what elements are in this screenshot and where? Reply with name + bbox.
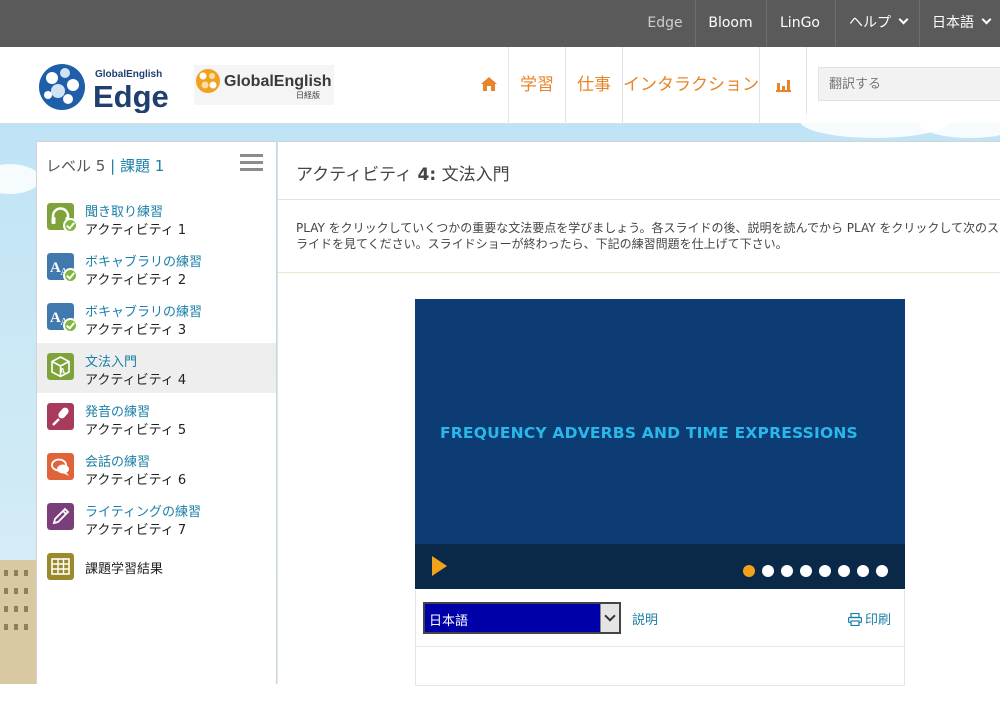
lesson-results-item[interactable]: 課題学習結果 [37,543,276,593]
results-grid-icon [47,553,74,580]
slide-dot[interactable] [762,565,774,577]
divider [416,646,904,647]
slideshow[interactable]: FREQUENCY ADVERBS AND TIME EXPRESSIONS [415,299,905,589]
slide-toolbar: 日本語 説明 印刷 [415,590,905,686]
title-number: 4: [417,165,437,185]
edge-logo[interactable]: GlobalEnglish Edge [38,61,183,113]
nav-home[interactable] [470,47,508,124]
pencil-icon [47,503,74,530]
divider [278,272,1000,273]
activity-subtitle: アクティビティ 3 [85,323,187,338]
svg-text:Edge: Edge [93,79,169,113]
activity-item-7[interactable]: ライティングの練習 アクティビティ 7 [37,493,276,543]
lesson-sidebar: レベル 5 | 課題 1 聞き取り練習 アクティビティ 1 A A ボキャブラリ… [36,141,277,684]
activity-item-6[interactable]: 会話の練習 アクティビティ 6 [37,443,276,493]
title-name: 文法入門 [441,165,510,185]
activity-subtitle: アクティビティ 4 [85,373,187,388]
slideshow-controls [415,544,905,589]
language-menu-label: 日本語 [932,15,974,31]
activity-panel: アクティビティ 4: 文法入門 PLAY をクリックしていくつかの重要な文法要点… [278,141,1000,686]
slide-dot[interactable] [857,565,869,577]
topbar-edge-link[interactable]: Edge [636,0,694,47]
svg-text:A: A [60,367,66,376]
activity-title: ライティングの練習 [85,505,201,520]
home-icon [481,77,497,91]
svg-text:GlobalEnglish: GlobalEnglish [224,73,332,90]
heading-separator: | [110,157,116,175]
play-icon[interactable] [432,556,447,576]
slide-dot[interactable] [838,565,850,577]
title-prefix: アクティビティ [296,165,413,185]
print-label: 印刷 [865,613,892,628]
slide-heading: FREQUENCY ADVERBS AND TIME EXPRESSIONS [440,424,858,442]
print-button[interactable]: 印刷 [848,609,891,628]
printer-icon [848,613,862,626]
topbar-bloom-link[interactable]: Bloom [697,0,764,47]
activity-item-5[interactable]: 発音の練習 アクティビティ 5 [37,393,276,443]
slide-dot[interactable] [781,565,793,577]
globalenglish-logo: GlobalEnglish 日経版 [194,65,334,105]
slide-dot[interactable] [876,565,888,577]
language-menu[interactable]: 日本語 [922,0,1000,47]
speech-bubble-icon [47,453,74,480]
activity-subtitle: アクティビティ 5 [85,423,187,438]
topbar-divider [835,0,836,47]
divider [278,199,1000,200]
lesson-label[interactable]: 課題 [120,157,150,175]
page-bottom [0,684,1000,713]
nav-interaction[interactable]: インタラクション [623,47,759,124]
activity-title: 聞き取り練習 [85,205,164,220]
language-select-value: 日本語 [429,614,469,629]
activity-subtitle: アクティビティ 1 [85,223,187,238]
slide-dot[interactable] [819,565,831,577]
activity-item-1[interactable]: 聞き取り練習 アクティビティ 1 [37,193,276,243]
help-menu-label: ヘルプ [849,15,891,31]
page-title: アクティビティ 4: 文法入門 [296,160,510,185]
activity-subtitle: アクティビティ 6 [85,473,187,488]
grammar-cube-icon: A [47,353,74,380]
lesson-heading: レベル 5 | 課題 1 [46,155,164,176]
background-building [0,560,36,684]
explanation-link[interactable]: 説明 [632,609,658,628]
activity-title: 会話の練習 [85,455,151,470]
nav-study[interactable]: 学習 [509,47,565,124]
activity-title: ボキャブラリの練習 [85,255,203,270]
topbar-divider [695,0,696,47]
top-bar: Edge Bloom LinGo ヘルプ 日本語 [0,0,1000,47]
language-select[interactable]: 日本語 [423,602,621,634]
hamburger-menu-icon[interactable] [240,154,263,174]
microphone-icon [47,403,74,430]
activity-item-4[interactable]: A 文法入門 アクティビティ 4 [37,343,276,393]
results-title: 課題学習結果 [85,562,164,577]
translate-input[interactable] [818,67,1000,101]
completed-check-icon [63,268,78,283]
chevron-down-icon[interactable] [600,604,619,632]
completed-check-icon [63,218,78,233]
completed-check-icon [63,318,78,333]
bar-chart-icon [775,80,791,92]
activity-title: 文法入門 [85,355,138,370]
activity-subtitle: アクティビティ 2 [85,273,187,288]
instructions-text: PLAY をクリックしていくつかの重要な文法要点を学びましょう。各スライドの後、… [296,221,1000,251]
topbar-divider [919,0,920,47]
svg-text:日経版: 日経版 [296,90,320,100]
slide-dot[interactable] [800,565,812,577]
topbar-lingo-link[interactable]: LinGo [767,0,833,47]
activity-title: ボキャブラリの練習 [85,305,203,320]
slide-dot[interactable] [743,565,755,577]
activity-title: 発音の練習 [85,405,151,420]
activity-subtitle: アクティビティ 7 [85,523,187,538]
activity-item-3[interactable]: A A ボキャブラリの練習 アクティビティ 3 [37,293,276,343]
chevron-down-icon [898,14,909,25]
level-label: レベル 5 [46,157,106,175]
nav-stats[interactable] [760,47,806,124]
chevron-down-icon [981,14,992,25]
help-menu[interactable]: ヘルプ [838,0,918,47]
lesson-number: 1 [154,157,165,175]
nav-work[interactable]: 仕事 [566,47,622,124]
activity-item-2[interactable]: A A ボキャブラリの練習 アクティビティ 2 [37,243,276,293]
